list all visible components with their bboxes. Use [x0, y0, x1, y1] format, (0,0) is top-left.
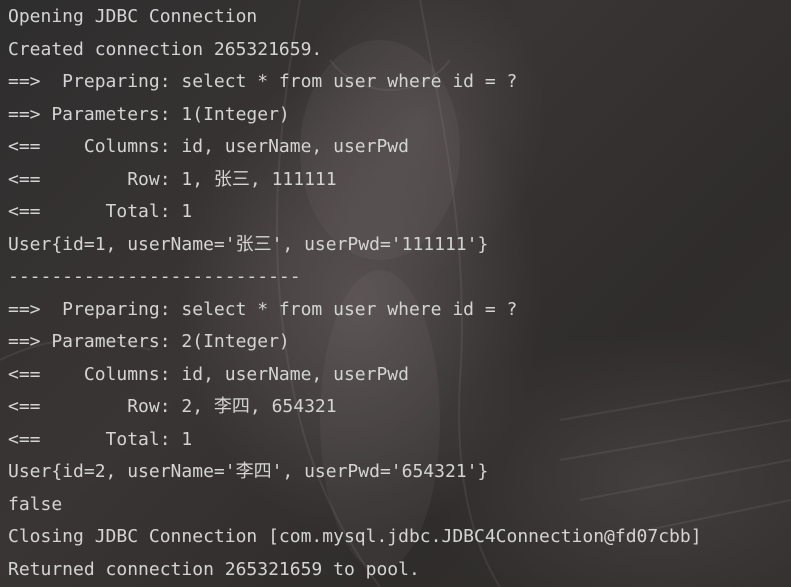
console-line: Created connection 265321659. — [8, 38, 323, 60]
console-line: ==> Parameters: 1(Integer) — [8, 103, 290, 125]
console-output: Opening JDBC Connection Created connecti… — [8, 3, 788, 587]
console-line: Closing JDBC Connection [com.mysql.jdbc.… — [8, 526, 702, 547]
console-line: User{id=1, userName='张三', userPwd='11111… — [8, 233, 489, 255]
console-line: false — [8, 493, 63, 515]
console-line: <== Columns: id, userName, userPwd — [8, 136, 409, 157]
console-line: <== Row: 2, 李四, 654321 — [8, 396, 337, 417]
console-line: <== Total: 1 — [8, 201, 193, 222]
console-separator: --------------------------- — [8, 266, 301, 287]
console-line: ==> Parameters: 2(Integer) — [8, 331, 290, 352]
console-line: User{id=2, userName='李四', userPwd='65432… — [8, 461, 489, 482]
console-line: <== Total: 1 — [8, 428, 193, 450]
console-line: ==> Preparing: select * from user where … — [8, 71, 518, 92]
console-line: <== Row: 1, 张三, 111111 — [8, 168, 337, 190]
console-line: Returned connection 265321659 to pool. — [8, 558, 420, 580]
console-line: ==> Preparing: select * from user where … — [8, 298, 518, 320]
console-line: <== Columns: id, userName, userPwd — [8, 363, 409, 385]
console-line: Opening JDBC Connection — [8, 6, 258, 27]
